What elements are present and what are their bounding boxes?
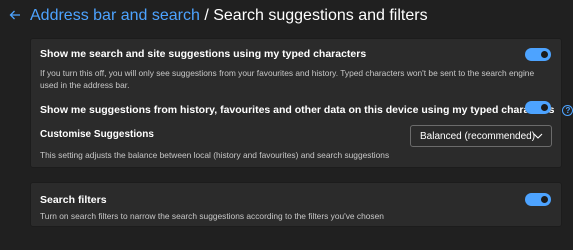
breadcrumb: Address bar and search / Search suggesti… — [30, 6, 428, 26]
customise-suggestions-dropdown[interactable]: Balanced (recommended) — [410, 125, 552, 147]
search-filters-title: Search filters — [40, 194, 107, 206]
toggle-knob — [541, 196, 548, 203]
typed-characters-description: If you turn this off, you will only see … — [40, 68, 535, 90]
search-filters-toggle[interactable] — [525, 193, 551, 206]
toggle-knob — [541, 51, 548, 58]
search-filters-card: Search filters Turn on search filters to… — [30, 182, 562, 227]
question-circle-icon[interactable]: ? — [562, 104, 573, 116]
page-title: Search suggestions and filters — [213, 7, 428, 24]
toggle-knob — [541, 104, 548, 111]
chevron-down-icon — [533, 133, 543, 139]
breadcrumb-parent-link[interactable]: Address bar and search — [30, 7, 200, 24]
typed-characters-toggle[interactable] — [525, 48, 551, 61]
page-header: Address bar and search / Search suggesti… — [0, 0, 573, 36]
customise-suggestions-title: Customise Suggestions — [40, 129, 154, 140]
dropdown-selected-value: Balanced (recommended) — [420, 130, 536, 142]
back-arrow-icon[interactable] — [7, 7, 23, 23]
device-suggestions-title: Show me suggestions from history, favour… — [40, 104, 555, 116]
device-suggestions-toggle[interactable] — [525, 101, 551, 114]
suggestions-settings-card: Show me search and site suggestions usin… — [30, 38, 573, 168]
device-suggestions-row: Show me suggestions from history, favour… — [40, 104, 573, 116]
search-filters-description: Turn on search filters to narrow the sea… — [40, 211, 384, 221]
customise-suggestions-description: This setting adjusts the balance between… — [40, 150, 390, 160]
typed-characters-title: Show me search and site suggestions usin… — [40, 48, 367, 60]
breadcrumb-separator: / — [199, 7, 214, 24]
